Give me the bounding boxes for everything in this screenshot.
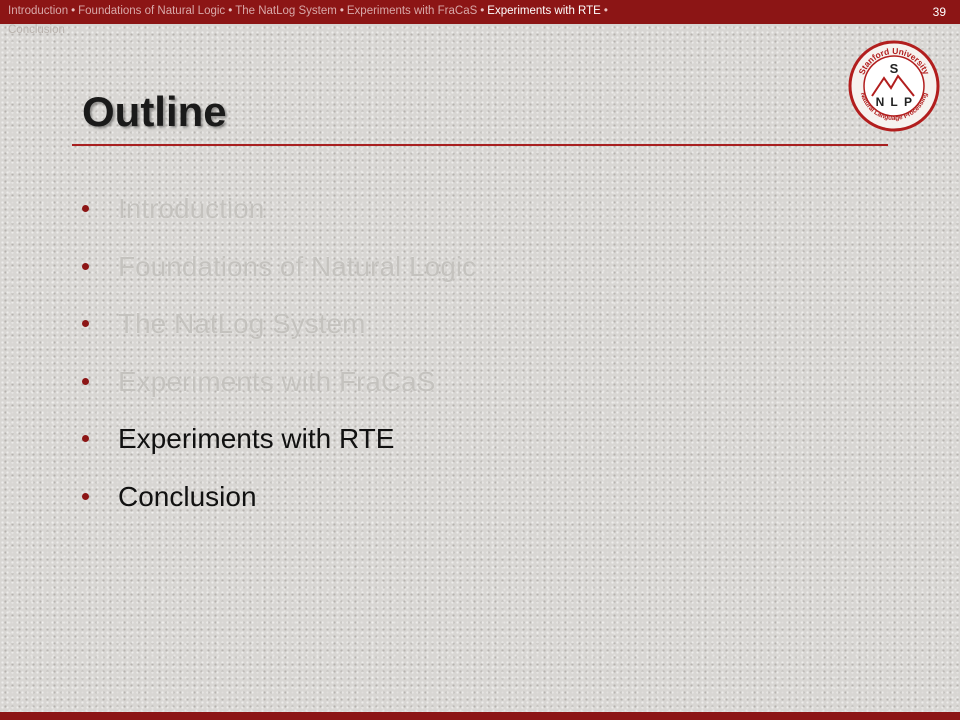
- outline-item-conclusion: Conclusion: [82, 478, 476, 536]
- outline-item-natlog-system: The NatLog System: [82, 305, 476, 363]
- section-navigation: Introduction • Foundations of Natural Logi…: [8, 5, 908, 36]
- outline-item-label: Foundations of Natural Logic: [118, 250, 476, 282]
- footer-bar: [0, 712, 960, 720]
- nav-separator: •: [480, 5, 485, 17]
- nav-item-conclusion[interactable]: Conclusion: [8, 24, 65, 37]
- bullet-dot: [82, 205, 89, 212]
- page-number: 39: [932, 5, 946, 19]
- stanford-nlp-logo: Stanford University Natural Language Pro…: [848, 40, 940, 132]
- outline-item-rte: Experiments with RTE: [82, 420, 476, 478]
- bullet-dot: [82, 377, 89, 385]
- nav-separator: •: [71, 5, 76, 17]
- outline-item-label: Introduction: [118, 193, 265, 224]
- outline-item-label: Experiments with FraCaS: [118, 365, 436, 397]
- nav-separator: •: [228, 5, 233, 17]
- logo-letter-l: L: [890, 95, 897, 109]
- outline-item-label: Experiments with RTE: [118, 423, 395, 454]
- outline-item-fracas: Experiments with FraCaS: [82, 363, 476, 421]
- nav-item-introduction[interactable]: Introduction: [8, 5, 68, 17]
- nav-item-fracas[interactable]: Experiments with FraCaS: [347, 5, 477, 17]
- slide-title: Outline: [82, 88, 227, 135]
- logo-letter-n: N: [876, 95, 885, 109]
- outline-item-foundations: Foundations of Natural Logic: [82, 248, 476, 306]
- nav-item-foundations[interactable]: Foundations of Natural Logic: [78, 5, 225, 17]
- nav-item-rte-current[interactable]: Experiments with RTE: [487, 5, 601, 17]
- nav-separator: •: [339, 5, 344, 17]
- header-bar: Introduction • Foundations of Natural Logi…: [0, 0, 960, 36]
- bullet-dot: [82, 262, 89, 270]
- title-underline: [72, 144, 888, 146]
- outline-item-introduction: Introduction: [82, 190, 476, 248]
- bullet-dot: [82, 320, 89, 327]
- nav-item-natlog-system[interactable]: The NatLog System: [235, 5, 337, 17]
- outline-list: Introduction Foundations of Natural Logi…: [82, 190, 476, 535]
- bullet-dot: [82, 435, 89, 442]
- outline-item-label: Conclusion: [118, 480, 257, 512]
- logo-letter-s: S: [890, 61, 899, 76]
- outline-item-label: The NatLog System: [118, 308, 366, 339]
- logo-letter-p: P: [904, 95, 912, 109]
- nav-separator: •: [603, 5, 608, 17]
- bullet-dot: [82, 492, 89, 500]
